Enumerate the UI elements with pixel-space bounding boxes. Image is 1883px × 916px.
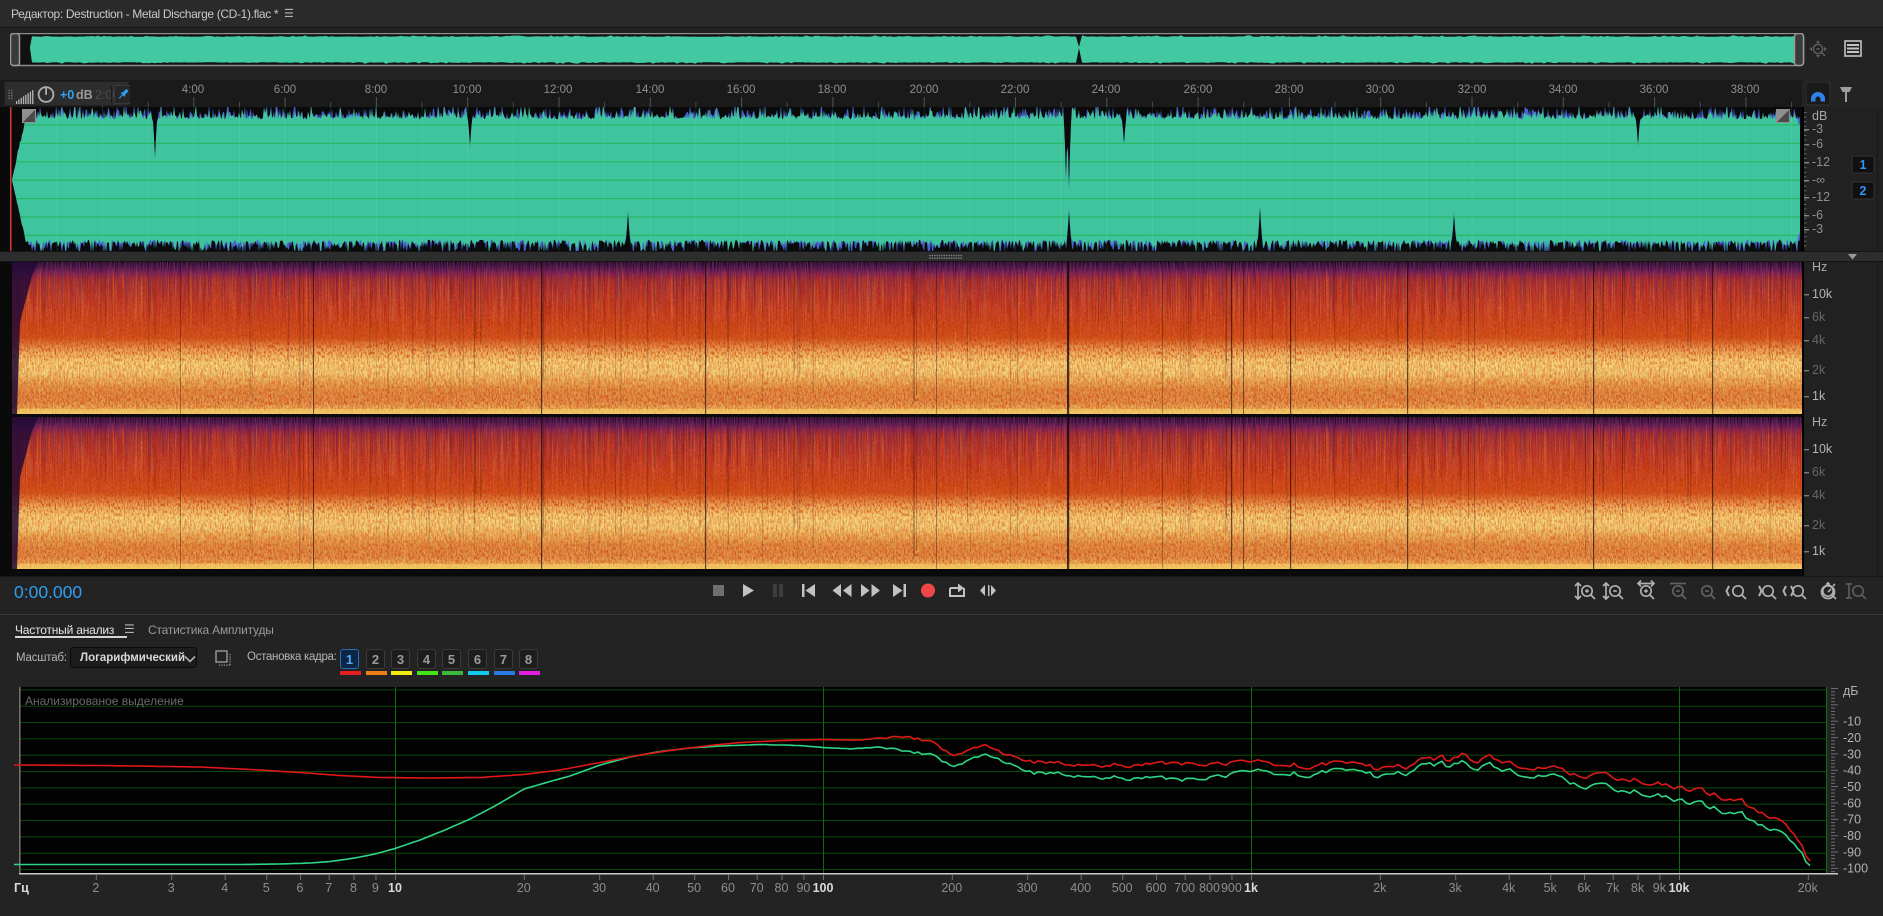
svg-text:20k: 20k — [1798, 881, 1819, 895]
svg-text:-10: -10 — [1843, 715, 1861, 729]
svg-text:5: 5 — [263, 881, 270, 895]
svg-text:дБ: дБ — [1843, 684, 1859, 698]
svg-text:24:00: 24:00 — [1092, 84, 1121, 96]
svg-text:-30: -30 — [1843, 747, 1861, 761]
svg-text:4:00: 4:00 — [182, 84, 204, 96]
svg-text:Гц: Гц — [14, 881, 29, 895]
svg-text:-12: -12 — [1812, 190, 1830, 204]
svg-text:9k: 9k — [1653, 881, 1667, 895]
svg-text:-90: -90 — [1843, 845, 1861, 859]
svg-text:400: 400 — [1070, 881, 1091, 895]
svg-text:4k: 4k — [1502, 881, 1516, 895]
svg-text:1k: 1k — [1812, 389, 1826, 403]
svg-text:20:00: 20:00 — [910, 84, 939, 96]
svg-text:16:00: 16:00 — [727, 84, 756, 96]
svg-text:36:00: 36:00 — [1640, 84, 1669, 96]
svg-text:500: 500 — [1112, 881, 1133, 895]
svg-text:-6: -6 — [1812, 208, 1823, 222]
svg-text:6k: 6k — [1812, 310, 1826, 324]
svg-text:14:00: 14:00 — [636, 84, 665, 96]
svg-text:Hz: Hz — [1812, 415, 1827, 429]
svg-text:90: 90 — [796, 881, 810, 895]
svg-text:700: 700 — [1174, 881, 1195, 895]
svg-text:dB: dB — [76, 88, 93, 102]
svg-text:1: 1 — [1860, 158, 1867, 172]
svg-text:Hz: Hz — [1812, 260, 1827, 274]
svg-text:600: 600 — [1146, 881, 1167, 895]
svg-text:2k: 2k — [1812, 363, 1826, 377]
svg-text:200: 200 — [941, 881, 962, 895]
svg-text:-12: -12 — [1812, 155, 1830, 169]
svg-text:10k: 10k — [1812, 287, 1833, 301]
svg-text:40: 40 — [646, 881, 660, 895]
svg-text:300: 300 — [1017, 881, 1038, 895]
svg-text:6: 6 — [297, 881, 304, 895]
svg-text:10k: 10k — [1812, 442, 1833, 456]
svg-text:+0: +0 — [60, 88, 74, 102]
svg-text:-60: -60 — [1843, 796, 1861, 810]
svg-text:-3: -3 — [1812, 222, 1823, 236]
svg-text:7: 7 — [325, 881, 332, 895]
svg-text:-6: -6 — [1812, 137, 1823, 151]
svg-text:12:00: 12:00 — [544, 84, 573, 96]
svg-text:-70: -70 — [1843, 813, 1861, 827]
svg-text:22:00: 22:00 — [1001, 84, 1030, 96]
svg-text:10:00: 10:00 — [453, 84, 482, 96]
svg-text:100: 100 — [813, 881, 834, 895]
svg-text:4k: 4k — [1812, 333, 1826, 347]
svg-text:-50: -50 — [1843, 780, 1861, 794]
svg-text:9: 9 — [372, 881, 379, 895]
svg-text:-3: -3 — [1812, 122, 1823, 136]
svg-text:8: 8 — [350, 881, 357, 895]
svg-text:32:00: 32:00 — [1458, 84, 1487, 96]
svg-text:8k: 8k — [1631, 881, 1645, 895]
svg-text:2k: 2k — [1373, 881, 1387, 895]
svg-text:-40: -40 — [1843, 764, 1861, 778]
svg-text:-∞: -∞ — [1812, 173, 1825, 187]
svg-text:-80: -80 — [1843, 829, 1861, 843]
svg-text:60: 60 — [721, 881, 735, 895]
svg-text:10: 10 — [388, 881, 402, 895]
svg-text:900: 900 — [1221, 881, 1242, 895]
svg-text:dB: dB — [1812, 109, 1827, 123]
svg-text:18:00: 18:00 — [818, 84, 847, 96]
svg-text:800: 800 — [1199, 881, 1220, 895]
svg-text:30:00: 30:00 — [1366, 84, 1395, 96]
svg-text:30: 30 — [592, 881, 606, 895]
svg-text:1k: 1k — [1812, 544, 1826, 558]
svg-text:4k: 4k — [1812, 488, 1826, 502]
svg-text:28:00: 28:00 — [1275, 84, 1304, 96]
svg-text:3k: 3k — [1449, 881, 1463, 895]
svg-text:50: 50 — [687, 881, 701, 895]
svg-text:3: 3 — [168, 881, 175, 895]
svg-text:1k: 1k — [1244, 881, 1258, 895]
svg-text:6:00: 6:00 — [274, 84, 296, 96]
svg-text:4: 4 — [221, 881, 228, 895]
svg-text:6k: 6k — [1577, 881, 1591, 895]
svg-text:38:00: 38:00 — [1731, 84, 1760, 96]
svg-text:2: 2 — [1860, 184, 1867, 198]
svg-text:-20: -20 — [1843, 731, 1861, 745]
svg-text:26:00: 26:00 — [1184, 84, 1213, 96]
svg-text:2k: 2k — [1812, 518, 1826, 532]
svg-text:5k: 5k — [1544, 881, 1558, 895]
svg-text:80: 80 — [775, 881, 789, 895]
svg-text:8:00: 8:00 — [365, 84, 387, 96]
svg-text:10k: 10k — [1669, 881, 1690, 895]
svg-text:Анализированое выделение: Анализированое выделение — [25, 694, 184, 708]
svg-text:20: 20 — [517, 881, 531, 895]
svg-text:34:00: 34:00 — [1549, 84, 1578, 96]
svg-text:70: 70 — [750, 881, 764, 895]
svg-text:2: 2 — [92, 881, 99, 895]
svg-text:6k: 6k — [1812, 465, 1826, 479]
svg-text:-100: -100 — [1843, 862, 1868, 876]
svg-text:7k: 7k — [1606, 881, 1620, 895]
